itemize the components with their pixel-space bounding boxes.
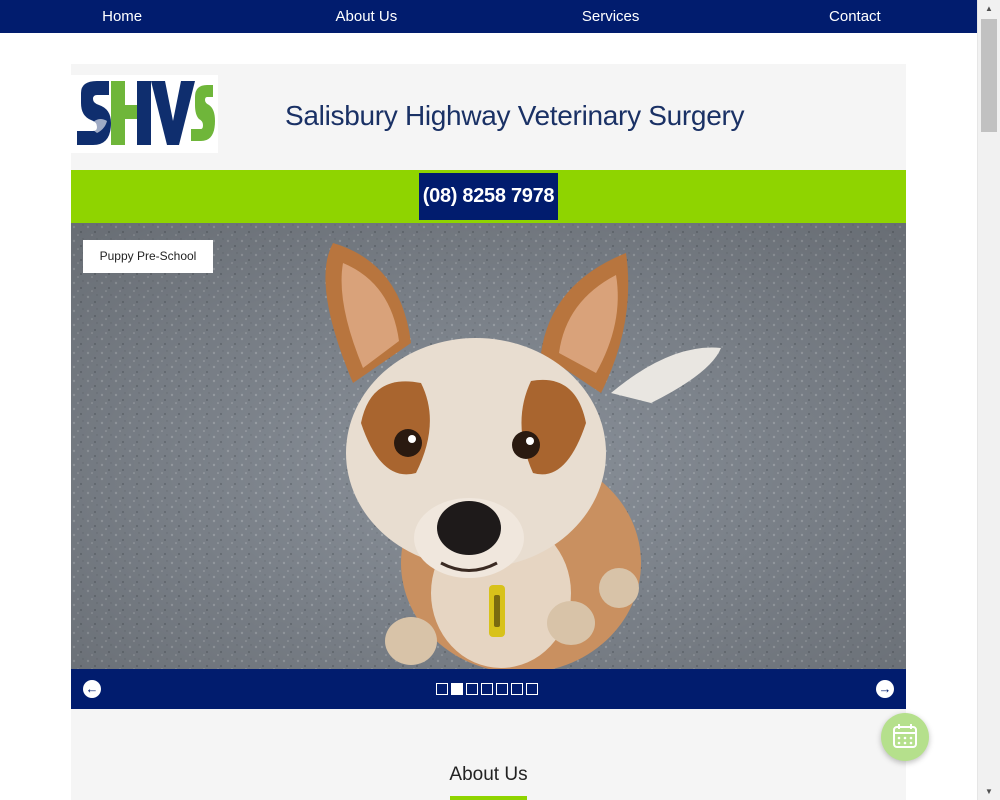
- slide-dot[interactable]: [511, 683, 523, 695]
- slide-dot[interactable]: [436, 683, 448, 695]
- nav-home[interactable]: Home: [0, 0, 244, 33]
- nav-services[interactable]: Services: [489, 0, 733, 33]
- calendar-icon[interactable]: [881, 713, 929, 761]
- about-underline: [450, 796, 527, 800]
- scroll-thumb[interactable]: [981, 19, 997, 132]
- shvs-logo-graphic: [71, 75, 218, 153]
- slide-dot[interactable]: [451, 683, 463, 695]
- site-header: Salisbury Highway Veterinary Surgery: [71, 64, 906, 170]
- page-container: Salisbury Highway Veterinary Surgery (08…: [71, 64, 906, 800]
- about-heading: About Us: [449, 764, 528, 785]
- page-scrollbar[interactable]: ▲ ▼: [977, 0, 1000, 800]
- puppy-photo: [71, 223, 906, 669]
- scroll-down-icon[interactable]: ▼: [978, 783, 1000, 800]
- slide-dot[interactable]: [526, 683, 538, 695]
- arrow-right-icon[interactable]: →: [876, 680, 894, 698]
- slide-caption[interactable]: Puppy Pre-School: [83, 240, 213, 273]
- site-logo[interactable]: [71, 75, 218, 153]
- slide-dot[interactable]: [496, 683, 508, 695]
- slide-indicators: [436, 683, 538, 695]
- slider-controls: ← →: [71, 669, 906, 709]
- nav-about-us[interactable]: About Us: [244, 0, 488, 33]
- calendar-glyph-icon: [893, 724, 917, 748]
- slide-dot[interactable]: [481, 683, 493, 695]
- slide-dot[interactable]: [466, 683, 478, 695]
- site-title: Salisbury Highway Veterinary Surgery: [285, 100, 745, 131]
- phone-bar: (08) 8258 7978: [71, 170, 906, 223]
- arrow-left-icon[interactable]: ←: [83, 680, 101, 698]
- top-nav: Home About Us Services Contact: [0, 0, 977, 33]
- phone-number[interactable]: (08) 8258 7978: [419, 173, 558, 220]
- hero-slider: Puppy Pre-School: [71, 223, 906, 669]
- nav-contact[interactable]: Contact: [733, 0, 977, 33]
- scroll-up-icon[interactable]: ▲: [978, 0, 1000, 17]
